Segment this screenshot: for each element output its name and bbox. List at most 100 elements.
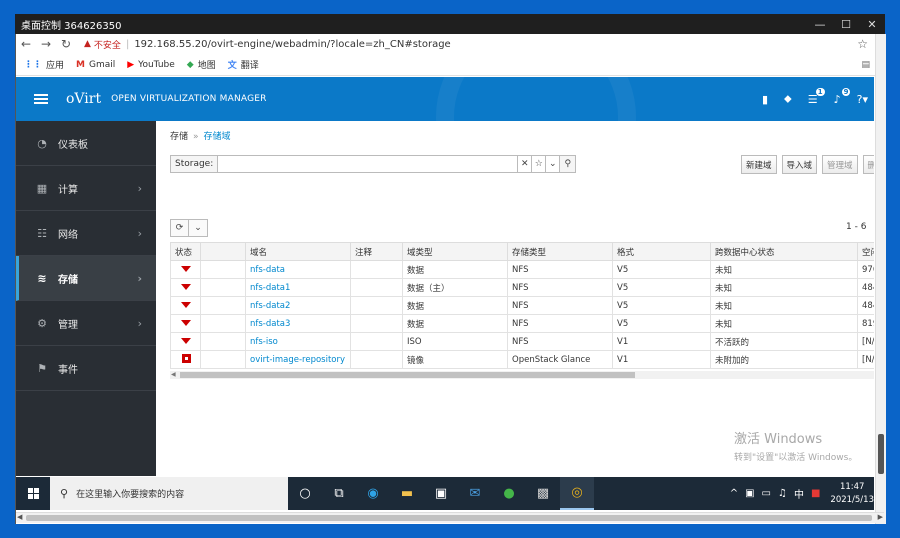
column-header-storage-type[interactable]: 存储类型	[507, 242, 613, 261]
table-row[interactable]: nfs-data3 数据 NFS V5 未知 819	[170, 314, 874, 333]
scrollbar-thumb[interactable]	[26, 515, 872, 521]
scrollbar-thumb[interactable]	[180, 372, 635, 378]
bell-icon[interactable]: ♪ 9	[834, 87, 851, 106]
maximize-button[interactable]: ☐	[833, 18, 859, 31]
domain-name-link[interactable]: nfs-data2	[245, 296, 351, 315]
column-header-format[interactable]: 格式	[612, 242, 711, 261]
forward-icon[interactable]: →	[36, 37, 56, 51]
volume-icon[interactable]: ♫	[778, 488, 787, 499]
task-view-icon[interactable]: ⧉	[322, 477, 356, 510]
taskbar-clock[interactable]: 11:47 2021/5/13	[830, 481, 874, 507]
remote-app-icon[interactable]: ▩	[526, 477, 560, 510]
icon-cell	[200, 350, 246, 369]
sidebar-item-network[interactable]: ☷ 网络 ›	[16, 211, 156, 256]
column-header-dc-status[interactable]: 跨数据中心状态	[710, 242, 858, 261]
table-row[interactable]: nfs-iso ISO NFS V1 不活跃的 [N/	[170, 332, 874, 351]
windows-start-icon[interactable]	[16, 488, 50, 499]
url-input[interactable]: 192.168.55.20/ovirt-engine/webadmin/?loc…	[134, 39, 450, 50]
table-row[interactable]: ovirt-image-repository 镜像 OpenStack Glan…	[170, 350, 874, 369]
reading-list-icon[interactable]: ▤	[861, 60, 870, 70]
scroll-left-icon[interactable]: ◀	[17, 513, 22, 521]
store-icon[interactable]: ▣	[424, 477, 458, 510]
back-icon[interactable]: ←	[16, 37, 36, 51]
column-header-free-space[interactable]: 空闲	[857, 242, 874, 261]
help-icon[interactable]: ?▾	[857, 93, 868, 106]
table-row[interactable]: nfs-data1 数据（主） NFS V5 未知 484	[170, 278, 874, 297]
bookmark-label: 应用	[46, 61, 65, 71]
hamburger-menu-icon[interactable]	[34, 94, 48, 104]
scroll-left-icon[interactable]: ◀	[171, 371, 176, 378]
network-tray-icon[interactable]: ▭	[762, 488, 771, 499]
edge-icon[interactable]: ◉	[356, 477, 390, 510]
input-method-icon[interactable]: ■	[811, 488, 820, 499]
bookmark-youtube[interactable]: ▶ YouTube	[127, 60, 175, 70]
domain-name-link[interactable]: nfs-iso	[245, 332, 351, 351]
remote-horizontal-scrollbar[interactable]: ◀ ▶	[16, 512, 884, 523]
dc-status-cell: 未知	[710, 314, 858, 333]
domain-name-link[interactable]: nfs-data3	[245, 314, 351, 333]
insecure-label[interactable]: 不安全	[94, 38, 121, 51]
taskbar-search-box[interactable]: ⚲ 在这里输入你要搜索的内容	[50, 477, 288, 510]
sidebar-item-compute[interactable]: ▦ 计算 ›	[16, 166, 156, 211]
domain-name-link[interactable]: ovirt-image-repository	[245, 350, 351, 369]
alerts-badge: 9	[841, 87, 851, 96]
free-space-cell: [N/	[857, 332, 874, 351]
scroll-right-icon[interactable]: ▶	[878, 513, 883, 521]
network-icon: ☷	[37, 226, 47, 240]
search-icon[interactable]: ⚲	[560, 155, 577, 173]
breadcrumb-root[interactable]: 存储	[170, 132, 188, 142]
scrollbar-thumb[interactable]	[878, 434, 884, 474]
table-horizontal-scrollbar[interactable]: ◀	[170, 371, 874, 379]
refresh-icon[interactable]: ⟳	[170, 219, 189, 237]
bookmark-maps[interactable]: ◆ 地图	[187, 58, 216, 72]
gear-icon: ⚙	[37, 316, 47, 330]
cortana-icon[interactable]: ○	[288, 477, 322, 510]
free-space-cell: [N/	[857, 350, 874, 369]
bookmark-translate[interactable]: 文翻译	[228, 58, 259, 71]
column-header-status[interactable]: 状态	[170, 242, 201, 261]
bookmark-search-icon[interactable]: ☆	[532, 155, 547, 173]
refresh-options-chevron-icon[interactable]: ⌄	[189, 219, 208, 237]
reload-icon[interactable]: ↻	[56, 37, 76, 51]
dc-status-cell: 未附加的	[710, 350, 858, 369]
new-domain-button[interactable]: 新建域	[741, 155, 777, 174]
search-input[interactable]	[218, 155, 519, 173]
tasks-icon[interactable]: ☰ 1	[808, 87, 825, 106]
chevron-up-icon[interactable]: ^	[730, 488, 738, 499]
ime-indicator[interactable]: 中	[794, 486, 804, 501]
insecure-warning-icon[interactable]: ▲	[84, 39, 91, 49]
domain-type-cell: 数据（主）	[402, 278, 508, 297]
bookmark-apps[interactable]: ⋮⋮ 应用	[24, 58, 65, 72]
tray-app-icon[interactable]: ▣	[745, 488, 754, 499]
table-row[interactable]: nfs-data2 数据 NFS V5 未知 484	[170, 296, 874, 315]
green-app-icon[interactable]: ●	[492, 477, 526, 510]
bookmark-icon[interactable]: ▮	[762, 93, 768, 106]
column-header-domain-name[interactable]: 域名	[245, 242, 351, 261]
bookmark-gmail[interactable]: M Gmail	[76, 60, 115, 70]
browser-vertical-scrollbar[interactable]	[875, 34, 886, 524]
minimize-button[interactable]: —	[807, 18, 833, 31]
remote-window-titlebar[interactable]: 桌面控制 364626350 — ☐ ✕	[15, 14, 885, 34]
tags-icon[interactable]: ⬥	[784, 92, 792, 106]
import-domain-button[interactable]: 导入域	[781, 155, 818, 174]
column-header-comment[interactable]: 注释	[350, 242, 403, 261]
column-header-domain-type[interactable]: 域类型	[402, 242, 508, 261]
folder-icon[interactable]: ▬	[390, 477, 424, 510]
close-button[interactable]: ✕	[859, 18, 885, 31]
sidebar-item-admin[interactable]: ⚙ 管理 ›	[16, 301, 156, 346]
table-row[interactable]: nfs-data 数据 NFS V5 未知 976	[170, 260, 874, 279]
column-header-icon[interactable]	[200, 242, 246, 261]
format-cell: V5	[612, 278, 711, 297]
chrome-icon[interactable]: ◎	[560, 477, 594, 510]
remove-button[interactable]: 删除	[862, 155, 874, 174]
bookmark-star-icon[interactable]: ☆	[857, 37, 868, 51]
mail-icon[interactable]: ✉	[458, 477, 492, 510]
chevron-down-icon[interactable]: ⌄	[546, 155, 561, 173]
sidebar-item-events[interactable]: ⚑ 事件	[16, 346, 156, 391]
manage-domain-button[interactable]: 管理域	[822, 155, 858, 174]
domain-name-link[interactable]: nfs-data	[245, 260, 351, 279]
sidebar-item-dashboard[interactable]: ◔ 仪表板	[16, 121, 156, 166]
clear-search-icon[interactable]: ✕	[518, 155, 533, 173]
domain-name-link[interactable]: nfs-data1	[245, 278, 351, 297]
sidebar-item-storage[interactable]: ≋ 存储 ›	[16, 256, 156, 301]
